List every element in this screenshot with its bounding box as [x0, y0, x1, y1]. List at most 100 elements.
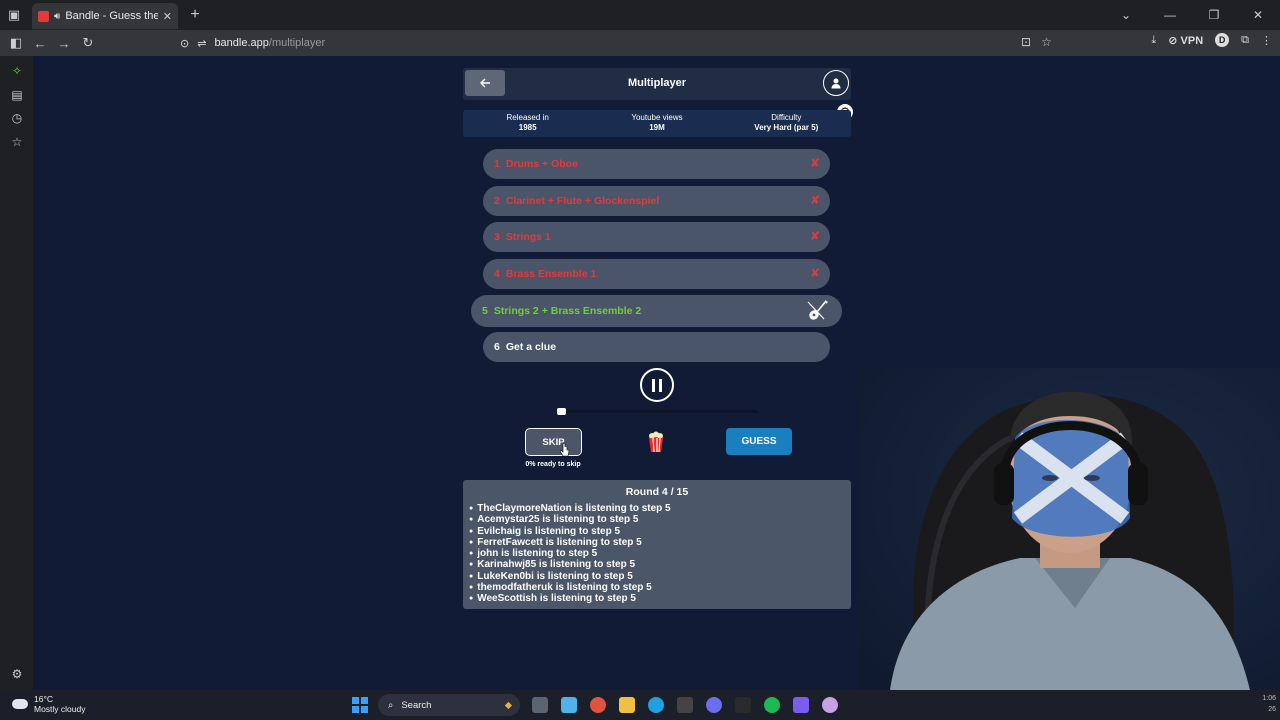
progress-knob[interactable]: [557, 408, 566, 415]
info-value: Very Hard (par 5): [754, 123, 819, 132]
list-item: john is listening to step 5: [469, 548, 845, 559]
copilot-icon[interactable]: [561, 697, 577, 713]
app-icon[interactable]: [677, 697, 693, 713]
vpn-button[interactable]: ⊘ VPN: [1168, 34, 1203, 47]
history-icon[interactable]: ◷: [10, 111, 24, 125]
list-item: WeeScottish is listening to step 5: [469, 593, 845, 604]
pause-button[interactable]: [640, 368, 674, 402]
step-6-clue[interactable]: 6 Get a clue: [483, 332, 830, 362]
sidebar-toggle-icon[interactable]: ◧: [4, 35, 28, 51]
info-value: 19M: [649, 123, 665, 132]
close-tab-icon[interactable]: ✕: [163, 10, 172, 23]
list-item: LukeKen0bi is listening to step 5: [469, 571, 845, 582]
step-label: Strings 2 + Brass Ensemble 2: [493, 305, 642, 317]
search-label: Search: [401, 699, 432, 711]
mouse-cursor-icon: [560, 443, 570, 457]
download-icon[interactable]: ⤓: [1151, 34, 1156, 47]
back-nav-icon[interactable]: ←: [28, 36, 52, 51]
skip-button[interactable]: SKIP: [525, 428, 582, 456]
skip-ready-note: 0% ready to skip: [525, 461, 581, 468]
popcorn-icon[interactable]: [648, 431, 664, 452]
step-number: 2: [494, 195, 500, 207]
app-grid-icon[interactable]: [793, 697, 809, 713]
guitar-icon: [807, 300, 828, 320]
info-label: Difficulty: [771, 113, 802, 122]
bandle-favicon-icon: [38, 10, 49, 22]
wrong-x-icon: ✘: [809, 266, 820, 280]
page-settings-icon[interactable]: ⇌: [197, 37, 206, 50]
weather-widget[interactable]: 16°C Mostly cloudy: [12, 694, 86, 714]
site-info-icon[interactable]: ⊙: [180, 37, 189, 50]
page-title: Multiplayer: [627, 77, 687, 89]
window-controls: ⌄ — ❐ ✕: [1104, 0, 1280, 30]
url-host: bandle.app: [214, 37, 269, 49]
wrong-x-icon: ✘: [809, 156, 820, 170]
step-label: Get a clue: [505, 341, 557, 353]
close-window-button[interactable]: ✕: [1236, 8, 1280, 22]
bookmark-star-icon[interactable]: ☆: [1041, 35, 1052, 49]
user-button[interactable]: [823, 70, 849, 96]
step-5-active[interactable]: 5 Strings 2 + Brass Ensemble 2: [471, 295, 842, 327]
browser-toolbar: ◧ ← → ↻ ⊙ ⇌ bandle.app/multiplayer ⊡ ☆ ⤓…: [0, 30, 1280, 56]
tab-overview-icon[interactable]: ▣: [0, 0, 28, 30]
discord-icon[interactable]: [706, 697, 722, 713]
list-item: Evilchaig is listening to step 5: [469, 526, 845, 537]
webcam-overlay: [860, 368, 1280, 690]
info-views: Youtube views 19M: [592, 110, 721, 137]
browser-tab-bar: ▣ 🔊︎ Bandle - Guess the song, o ✕ + ⌄ — …: [0, 0, 1280, 30]
restore-button[interactable]: ❐: [1192, 8, 1236, 22]
round-status-panel: Round 4 / 15 TheClaymoreNation is listen…: [463, 480, 851, 609]
step-label: Strings 1: [505, 231, 551, 243]
wrong-x-icon: ✘: [809, 193, 820, 207]
address-bar[interactable]: ⊙ ⇌ bandle.app/multiplayer: [180, 32, 1130, 54]
info-value: 1985: [518, 123, 537, 132]
list-item: themodfatheruk is listening to step 5: [469, 582, 845, 593]
tab-search-icon[interactable]: ⌄: [1104, 8, 1148, 22]
spotify-icon[interactable]: [764, 697, 780, 713]
info-difficulty: Difficulty Very Hard (par 5): [722, 110, 851, 137]
browser-app-icon[interactable]: [590, 697, 606, 713]
browser-tab[interactable]: 🔊︎ Bandle - Guess the song, o ✕: [32, 3, 178, 29]
extensions-icon[interactable]: ⧉: [1241, 34, 1249, 47]
search-icon: ⌕: [388, 699, 394, 711]
list-item: FerretFawcett is listening to step 5: [469, 537, 845, 548]
taskbar-search[interactable]: ⌕ Search ◆: [378, 694, 520, 716]
info-label: Youtube views: [631, 113, 683, 122]
page-header: Multiplayer: [463, 68, 851, 100]
playback-progress-bar[interactable]: [557, 408, 757, 415]
screenshot-icon[interactable]: ⊡: [1021, 35, 1031, 49]
list-item: Karinahwj85 is listening to step 5: [469, 559, 845, 570]
windows-start-icon[interactable]: [352, 697, 368, 713]
step-number: 3: [494, 231, 500, 243]
clock-time: 1:06: [1262, 695, 1276, 702]
new-tab-button[interactable]: +: [182, 6, 208, 24]
step-number: 1: [494, 158, 500, 170]
player-status-list: TheClaymoreNation is listening to step 5…: [469, 503, 845, 605]
step-number: 6: [494, 341, 500, 353]
taskbar-clock[interactable]: 1:06 26: [1262, 693, 1276, 715]
step-label: Clarinet + Flute + Glockenspiel: [505, 195, 660, 207]
reload-icon[interactable]: ↻: [76, 35, 100, 51]
bookmarks-icon[interactable]: ▤: [10, 88, 24, 102]
forward-nav-icon[interactable]: →: [52, 36, 76, 51]
guess-button[interactable]: GUESS: [726, 428, 792, 455]
aria-icon[interactable]: ✧: [10, 64, 24, 78]
minimize-button[interactable]: —: [1148, 8, 1192, 22]
profile-avatar[interactable]: D: [1215, 33, 1230, 47]
file-explorer-icon[interactable]: [619, 697, 635, 713]
task-view-icon[interactable]: [532, 697, 548, 713]
info-label: Released in: [506, 113, 549, 122]
edge-icon[interactable]: [648, 697, 664, 713]
streamer-webcam-image: [860, 368, 1280, 690]
terminal-icon[interactable]: [735, 697, 751, 713]
speaker-icon[interactable]: 🔊︎: [54, 11, 60, 22]
step-number: 4: [494, 268, 500, 280]
sidebar-settings-icon[interactable]: ⚙: [10, 667, 24, 681]
info-released: Released in 1985: [463, 110, 592, 137]
menu-icon[interactable]: ⋮: [1261, 34, 1272, 47]
step-label: Brass Ensemble 1: [505, 268, 597, 280]
favorites-icon[interactable]: ☆: [10, 135, 24, 149]
step-2: 2 Clarinet + Flute + Glockenspiel ✘: [483, 186, 830, 216]
tab-title: Bandle - Guess the song, o: [65, 10, 158, 22]
app-icon[interactable]: [822, 697, 838, 713]
